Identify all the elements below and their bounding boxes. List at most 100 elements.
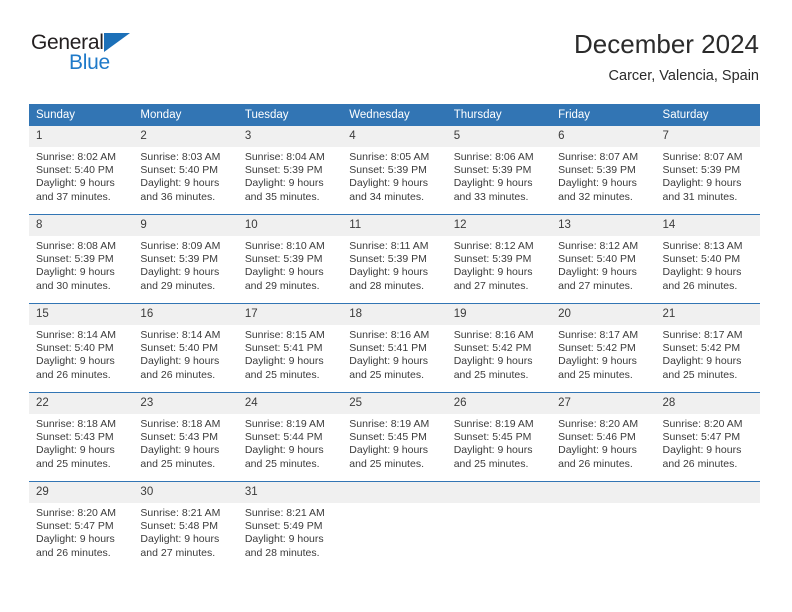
- calendar-day-cell[interactable]: 22 Sunrise: 8:18 AM Sunset: 5:43 PM Dayligh…: [29, 393, 134, 482]
- calendar-day-cell[interactable]: 23 Sunrise: 8:18 AM Sunset: 5:43 PM Dayligh…: [133, 393, 238, 482]
- day-number: 5: [446, 126, 552, 147]
- daylight-2-text: and 25 minutes.: [140, 457, 216, 470]
- sunset-text: Sunset: 5:40 PM: [662, 253, 741, 266]
- weekday-header-friday: Friday: [551, 104, 656, 126]
- calendar-day-cell[interactable]: 3 Sunrise: 8:04 AM Sunset: 5:39 PM Daylight…: [237, 126, 343, 215]
- daylight-1-text: Daylight: 9 hours: [349, 177, 429, 190]
- sunrise-text: Sunrise: 8:08 AM: [36, 240, 116, 252]
- day-number: 2: [133, 126, 238, 147]
- daylight-1-text: Daylight: 9 hours: [453, 177, 533, 190]
- sunset-text: Sunset: 5:46 PM: [558, 431, 636, 444]
- daylight-1-text: Daylight: 9 hours: [662, 355, 742, 368]
- day-number: 13: [551, 215, 656, 236]
- sunset-text: Sunset: 5:43 PM: [140, 431, 219, 444]
- day-info: Sunrise: 8:10 AM Sunset: 5:39 PM Daylight:…: [238, 236, 342, 293]
- calendar-day-cell[interactable]: 15 Sunrise: 8:14 AM Sunset: 5:40 PM Dayligh…: [29, 304, 134, 393]
- daylight-1-text: Daylight: 9 hours: [140, 533, 220, 546]
- sunrise-text: Sunrise: 8:21 AM: [244, 507, 325, 519]
- day-number: 29: [29, 482, 134, 503]
- weekday-header-saturday: Saturday: [655, 104, 760, 126]
- general-blue-logo[interactable]: General Blue: [31, 32, 151, 80]
- calendar-day-cell[interactable]: 12 Sunrise: 8:12 AM Sunset: 5:39 PM Dayligh…: [446, 215, 552, 304]
- calendar-day-cell[interactable]: 24 Sunrise: 8:19 AM Sunset: 5:44 PM Dayligh…: [237, 393, 343, 482]
- daylight-1-text: Daylight: 9 hours: [453, 444, 533, 457]
- sunset-text: Sunset: 5:40 PM: [36, 342, 114, 355]
- calendar-day-cell[interactable]: 21 Sunrise: 8:17 AM Sunset: 5:42 PM Dayligh…: [655, 304, 760, 393]
- sunrise-text: Sunrise: 8:06 AM: [453, 151, 534, 163]
- calendar-day-cell[interactable]: 31 Sunrise: 8:21 AM Sunset: 5:49 PM Dayligh…: [237, 482, 343, 571]
- sunrise-text: Sunrise: 8:19 AM: [453, 418, 534, 430]
- calendar-day-cell[interactable]: 18 Sunrise: 8:16 AM Sunset: 5:41 PM Dayligh…: [342, 304, 447, 393]
- sunset-text: Sunset: 5:49 PM: [244, 520, 323, 533]
- calendar-body: 1 Sunrise: 8:02 AM Sunset: 5:40 PM Daylight…: [29, 126, 760, 570]
- calendar-day-cell[interactable]: 4 Sunrise: 8:05 AM Sunset: 5:39 PM Daylight…: [342, 126, 447, 215]
- day-number: 16: [133, 304, 238, 325]
- day-info: Sunrise: 8:07 AM Sunset: 5:39 PM Daylight:…: [551, 147, 655, 204]
- daylight-2-text: and 25 minutes.: [558, 368, 633, 381]
- day-number: 21: [655, 304, 760, 325]
- calendar-day-cell[interactable]: 13 Sunrise: 8:12 AM Sunset: 5:40 PM Dayligh…: [551, 215, 656, 304]
- daylight-2-text: and 28 minutes.: [349, 279, 424, 292]
- daylight-2-text: and 35 minutes.: [244, 190, 320, 203]
- day-number: 4: [342, 126, 447, 147]
- day-number: [551, 482, 656, 503]
- calendar-day-cell[interactable]: 1 Sunrise: 8:02 AM Sunset: 5:40 PM Daylight…: [29, 126, 134, 215]
- sunset-text: Sunset: 5:39 PM: [349, 164, 427, 177]
- day-number: [342, 482, 447, 503]
- calendar-header-row: Sunday Monday Tuesday Wednesday Thursday Frid…: [29, 104, 760, 126]
- daylight-1-text: Daylight: 9 hours: [36, 177, 115, 190]
- calendar-day-cell-empty: [551, 482, 656, 571]
- day-info: Sunrise: 8:02 AM Sunset: 5:40 PM Daylight:…: [29, 147, 133, 204]
- day-number: 8: [29, 215, 134, 236]
- day-info: Sunrise: 8:16 AM Sunset: 5:42 PM Daylight:…: [447, 325, 551, 382]
- calendar-day-cell[interactable]: 27 Sunrise: 8:20 AM Sunset: 5:46 PM Dayligh…: [551, 393, 656, 482]
- calendar-day-cell[interactable]: 30 Sunrise: 8:21 AM Sunset: 5:48 PM Dayligh…: [133, 482, 238, 571]
- calendar-week-row: 8 Sunrise: 8:08 AM Sunset: 5:39 PM Daylight…: [29, 214, 760, 304]
- day-info: Sunrise: 8:20 AM Sunset: 5:47 PM Daylight:…: [29, 503, 133, 560]
- sunrise-text: Sunrise: 8:12 AM: [558, 240, 639, 252]
- weekday-header-sunday: Sunday: [29, 104, 134, 126]
- daylight-1-text: Daylight: 9 hours: [558, 266, 637, 279]
- calendar-day-cell[interactable]: 20 Sunrise: 8:17 AM Sunset: 5:42 PM Dayligh…: [551, 304, 656, 393]
- sunset-text: Sunset: 5:39 PM: [140, 253, 219, 266]
- calendar-day-cell[interactable]: 25 Sunrise: 8:19 AM Sunset: 5:45 PM Dayligh…: [342, 393, 447, 482]
- calendar-day-cell[interactable]: 14 Sunrise: 8:13 AM Sunset: 5:40 PM Dayligh…: [655, 215, 760, 304]
- calendar-day-cell[interactable]: 19 Sunrise: 8:16 AM Sunset: 5:42 PM Dayligh…: [446, 304, 552, 393]
- sunrise-text: Sunrise: 8:18 AM: [140, 418, 221, 430]
- calendar-day-cell[interactable]: 6 Sunrise: 8:07 AM Sunset: 5:39 PM Daylight…: [551, 126, 656, 215]
- daylight-2-text: and 25 minutes.: [36, 457, 111, 470]
- calendar-day-cell[interactable]: 5 Sunrise: 8:06 AM Sunset: 5:39 PM Daylight…: [446, 126, 552, 215]
- daylight-2-text: and 25 minutes.: [349, 368, 424, 381]
- calendar-day-cell[interactable]: 10 Sunrise: 8:10 AM Sunset: 5:39 PM Dayligh…: [237, 215, 343, 304]
- day-info: Sunrise: 8:08 AM Sunset: 5:39 PM Daylight:…: [29, 236, 133, 293]
- calendar-day-cell[interactable]: 17 Sunrise: 8:15 AM Sunset: 5:41 PM Dayligh…: [237, 304, 343, 393]
- day-number: 3: [237, 126, 343, 147]
- sunrise-text: Sunrise: 8:19 AM: [349, 418, 430, 430]
- day-number: 11: [342, 215, 447, 236]
- weekday-header-monday: Monday: [133, 104, 238, 126]
- daylight-1-text: Daylight: 9 hours: [140, 177, 220, 190]
- day-info: Sunrise: 8:12 AM Sunset: 5:40 PM Daylight:…: [551, 236, 655, 293]
- calendar-day-cell[interactable]: 29 Sunrise: 8:20 AM Sunset: 5:47 PM Dayligh…: [29, 482, 134, 571]
- daylight-1-text: Daylight: 9 hours: [244, 266, 324, 279]
- daylight-1-text: Daylight: 9 hours: [140, 355, 220, 368]
- sunrise-text: Sunrise: 8:14 AM: [36, 329, 116, 341]
- day-number: 7: [655, 126, 760, 147]
- daylight-2-text: and 29 minutes.: [244, 279, 320, 292]
- sunset-text: Sunset: 5:39 PM: [36, 253, 114, 266]
- daylight-2-text: and 25 minutes.: [662, 368, 738, 381]
- calendar-day-cell[interactable]: 26 Sunrise: 8:19 AM Sunset: 5:45 PM Dayligh…: [446, 393, 552, 482]
- day-number: 25: [342, 393, 447, 414]
- calendar-day-cell[interactable]: 9 Sunrise: 8:09 AM Sunset: 5:39 PM Daylight…: [133, 215, 238, 304]
- daylight-1-text: Daylight: 9 hours: [36, 533, 115, 546]
- calendar-day-cell[interactable]: 8 Sunrise: 8:08 AM Sunset: 5:39 PM Daylight…: [29, 215, 134, 304]
- calendar-day-cell[interactable]: 11 Sunrise: 8:11 AM Sunset: 5:39 PM Dayligh…: [342, 215, 447, 304]
- calendar-day-cell[interactable]: 7 Sunrise: 8:07 AM Sunset: 5:39 PM Daylight…: [655, 126, 760, 215]
- calendar-day-cell[interactable]: 28 Sunrise: 8:20 AM Sunset: 5:47 PM Dayligh…: [655, 393, 760, 482]
- calendar-day-cell[interactable]: 2 Sunrise: 8:03 AM Sunset: 5:40 PM Daylight…: [133, 126, 238, 215]
- calendar-week-row: 29 Sunrise: 8:20 AM Sunset: 5:47 PM Dayligh…: [29, 481, 760, 571]
- sunrise-text: Sunrise: 8:17 AM: [558, 329, 639, 341]
- calendar-day-cell[interactable]: 16 Sunrise: 8:14 AM Sunset: 5:40 PM Dayligh…: [133, 304, 238, 393]
- daylight-2-text: and 27 minutes.: [140, 546, 216, 559]
- sunrise-text: Sunrise: 8:02 AM: [36, 151, 116, 163]
